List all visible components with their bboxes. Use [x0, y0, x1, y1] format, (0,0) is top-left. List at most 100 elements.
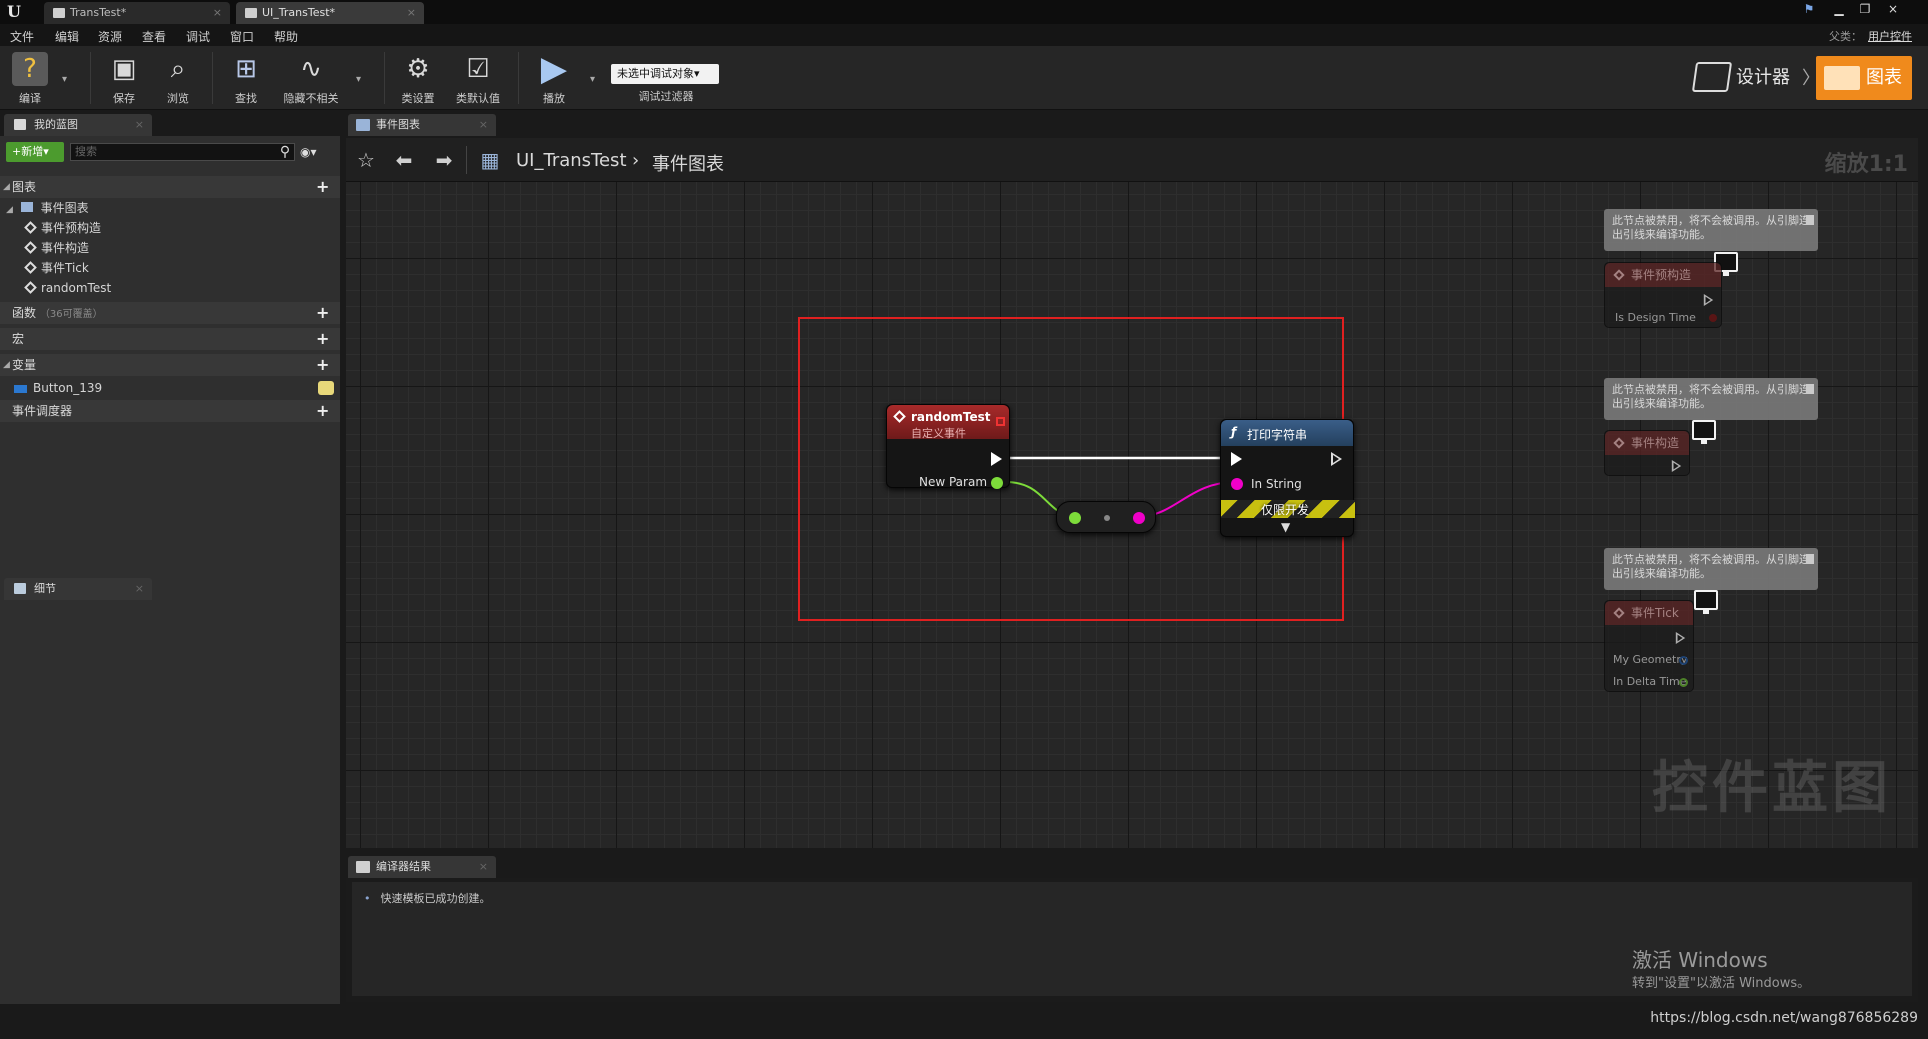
dev-only-label: 仅限开发	[1261, 503, 1310, 517]
add-graph-icon[interactable]: +	[316, 176, 330, 198]
event-diamond-icon	[1613, 437, 1625, 449]
designer-mode-button[interactable]: 设计器	[1690, 58, 1800, 98]
add-variable-icon[interactable]: +	[316, 354, 330, 376]
parent-class-link[interactable]: 用户控件	[1868, 30, 1912, 43]
conversion-node[interactable]	[1056, 501, 1156, 533]
my-blueprint-tab[interactable]: 我的蓝图 ×	[4, 114, 152, 136]
exec-out-pin[interactable]	[1331, 452, 1342, 466]
tree-item-event-construct[interactable]: 事件构造	[24, 238, 89, 258]
print-string-node[interactable]: ƒ 打印字符串 In String 仅限开发 ▼	[1220, 419, 1355, 537]
view-options-icon[interactable]: ◉▾	[300, 143, 332, 161]
exec-in-pin[interactable]	[1231, 452, 1242, 466]
menu-help[interactable]: 帮助	[274, 28, 298, 45]
delegate-pin[interactable]	[996, 417, 1005, 426]
close-tab-icon[interactable]: ×	[407, 2, 416, 24]
browse-button[interactable]: ⌕ 浏览	[150, 50, 206, 108]
menu-assets[interactable]: 资源	[98, 28, 122, 45]
close-window-icon[interactable]: ×	[1880, 0, 1906, 18]
search-icon[interactable]: ⚲	[276, 143, 294, 161]
menu-debug[interactable]: 调试	[186, 28, 210, 45]
string-in-pin[interactable]	[1231, 478, 1243, 490]
browse-icon: ⌕	[170, 54, 186, 84]
star-icon[interactable]: ☆	[354, 148, 378, 172]
event-graph-tab[interactable]: 事件图表 ×	[348, 114, 496, 136]
restore-icon[interactable]: ❐	[1852, 0, 1878, 18]
play-options-dropdown[interactable]: ▾	[590, 74, 602, 85]
pin-icon[interactable]	[1806, 554, 1814, 564]
exec-out-pin[interactable]	[1675, 632, 1686, 644]
close-tab-icon[interactable]: ×	[135, 114, 144, 136]
title-bar: U TransTest* × UI_TransTest* × ⚑ ▁ ❐ ×	[0, 0, 1928, 24]
pin-icon[interactable]	[1806, 215, 1814, 225]
compile-button[interactable]: ? 编译	[2, 50, 58, 108]
breadcrumb-root[interactable]: UI_TransTest	[516, 150, 627, 171]
pin-icon[interactable]	[1806, 384, 1814, 394]
section-event-dispatchers[interactable]: 事件调度器 +	[0, 400, 340, 422]
tree-item-random-test[interactable]: randomTest	[24, 278, 111, 298]
add-event-dispatcher-icon[interactable]: +	[316, 400, 330, 422]
menu-view[interactable]: 查看	[142, 28, 166, 45]
details-tab[interactable]: 细节 ×	[4, 578, 152, 600]
tree-item-event-graph[interactable]: ◢ 事件图表	[6, 198, 89, 218]
breadcrumb-current[interactable]: 事件图表	[652, 150, 724, 176]
widget-blueprint-tab-icon	[245, 8, 257, 18]
close-tab-icon[interactable]: ×	[479, 114, 488, 136]
class-settings-label: 类设置	[401, 92, 435, 105]
section-functions[interactable]: 函数 （36可覆盖） +	[0, 302, 340, 324]
event-diamond-icon	[24, 241, 37, 254]
section-graphs[interactable]: ◢ 图表 +	[0, 176, 340, 198]
forward-arrow-icon[interactable]: ➡	[432, 148, 456, 172]
hide-unrelated-icon: ∿	[300, 54, 322, 84]
play-button[interactable]: ▶ 播放	[526, 50, 582, 108]
section-macros[interactable]: 宏 +	[0, 328, 340, 350]
string-out-pin[interactable]	[1133, 512, 1145, 524]
tree-item-event-tick[interactable]: 事件Tick	[24, 258, 89, 278]
add-function-icon[interactable]: +	[316, 302, 330, 324]
visibility-eye-icon[interactable]	[318, 381, 334, 395]
find-button[interactable]: ⊞ 查找	[218, 50, 274, 108]
exec-out-pin[interactable]	[1703, 294, 1714, 306]
debug-object-select[interactable]: 未选中调试对象▾	[611, 64, 719, 84]
graph-mode-button[interactable]: 图表	[1816, 56, 1912, 100]
float-out-pin[interactable]	[1679, 678, 1688, 687]
close-tab-icon[interactable]: ×	[213, 2, 222, 24]
hide-unrelated-dropdown[interactable]: ▾	[356, 74, 368, 85]
struct-in-pin[interactable]	[1069, 512, 1081, 524]
compiler-results-tab[interactable]: 编译器结果 ×	[348, 856, 496, 878]
disabled-comment-text: 此节点被禁用，将不会被调用。从引脚连出引线来编译功能。	[1612, 214, 1810, 241]
monitor-icon	[1692, 420, 1716, 444]
search-input[interactable]: 搜索	[70, 143, 295, 161]
graph-canvas[interactable]: randomTest 自定义事件 New Param ƒ 打印字符串 In St…	[346, 182, 1918, 848]
add-new-button[interactable]: +新增▾	[6, 142, 64, 162]
add-macro-icon[interactable]: +	[316, 328, 330, 350]
save-button[interactable]: ▣ 保存	[96, 50, 152, 108]
struct-out-pin[interactable]	[991, 477, 1003, 489]
menu-file[interactable]: 文件	[10, 28, 34, 45]
exec-out-pin[interactable]	[1671, 460, 1682, 472]
disabled-event-node[interactable]: 事件Tick My Geometry In Delta Time	[1604, 600, 1694, 692]
class-settings-button[interactable]: ⚙ 类设置	[390, 50, 446, 108]
menu-window[interactable]: 窗口	[230, 28, 254, 45]
minimize-icon[interactable]: ▁	[1826, 0, 1852, 18]
doc-tab-ui-transtest[interactable]: UI_TransTest* ×	[236, 2, 424, 24]
back-arrow-icon[interactable]: ⬅	[392, 148, 416, 172]
hide-unrelated-button[interactable]: ∿ 隐藏不相关	[278, 50, 344, 108]
custom-event-node[interactable]: randomTest 自定义事件 New Param	[886, 404, 1010, 489]
disabled-event-node[interactable]: 事件构造	[1604, 430, 1690, 476]
tree-item-event-preconstruct[interactable]: 事件预构造	[24, 218, 101, 238]
event-graph-icon	[20, 202, 33, 212]
close-tab-icon[interactable]: ×	[135, 578, 144, 600]
disabled-event-node[interactable]: 事件预构造 Is Design Time	[1604, 262, 1722, 328]
section-variables[interactable]: ◢ 变量 +	[0, 354, 340, 376]
feedback-icon[interactable]: ⚑	[1796, 0, 1822, 18]
exec-out-pin[interactable]	[991, 452, 1002, 466]
compile-options-dropdown[interactable]: ▾	[62, 74, 74, 85]
menu-edit[interactable]: 编辑	[55, 28, 79, 45]
bool-out-pin[interactable]	[1709, 314, 1717, 322]
class-defaults-button[interactable]: ☑ 类默认值	[450, 50, 506, 108]
expand-arrow-icon[interactable]: ▼	[1281, 520, 1290, 534]
struct-out-pin[interactable]	[1679, 656, 1688, 665]
close-tab-icon[interactable]: ×	[479, 856, 488, 878]
variable-item[interactable]: Button_139	[14, 378, 334, 398]
doc-tab-transtest[interactable]: TransTest* ×	[44, 2, 230, 24]
